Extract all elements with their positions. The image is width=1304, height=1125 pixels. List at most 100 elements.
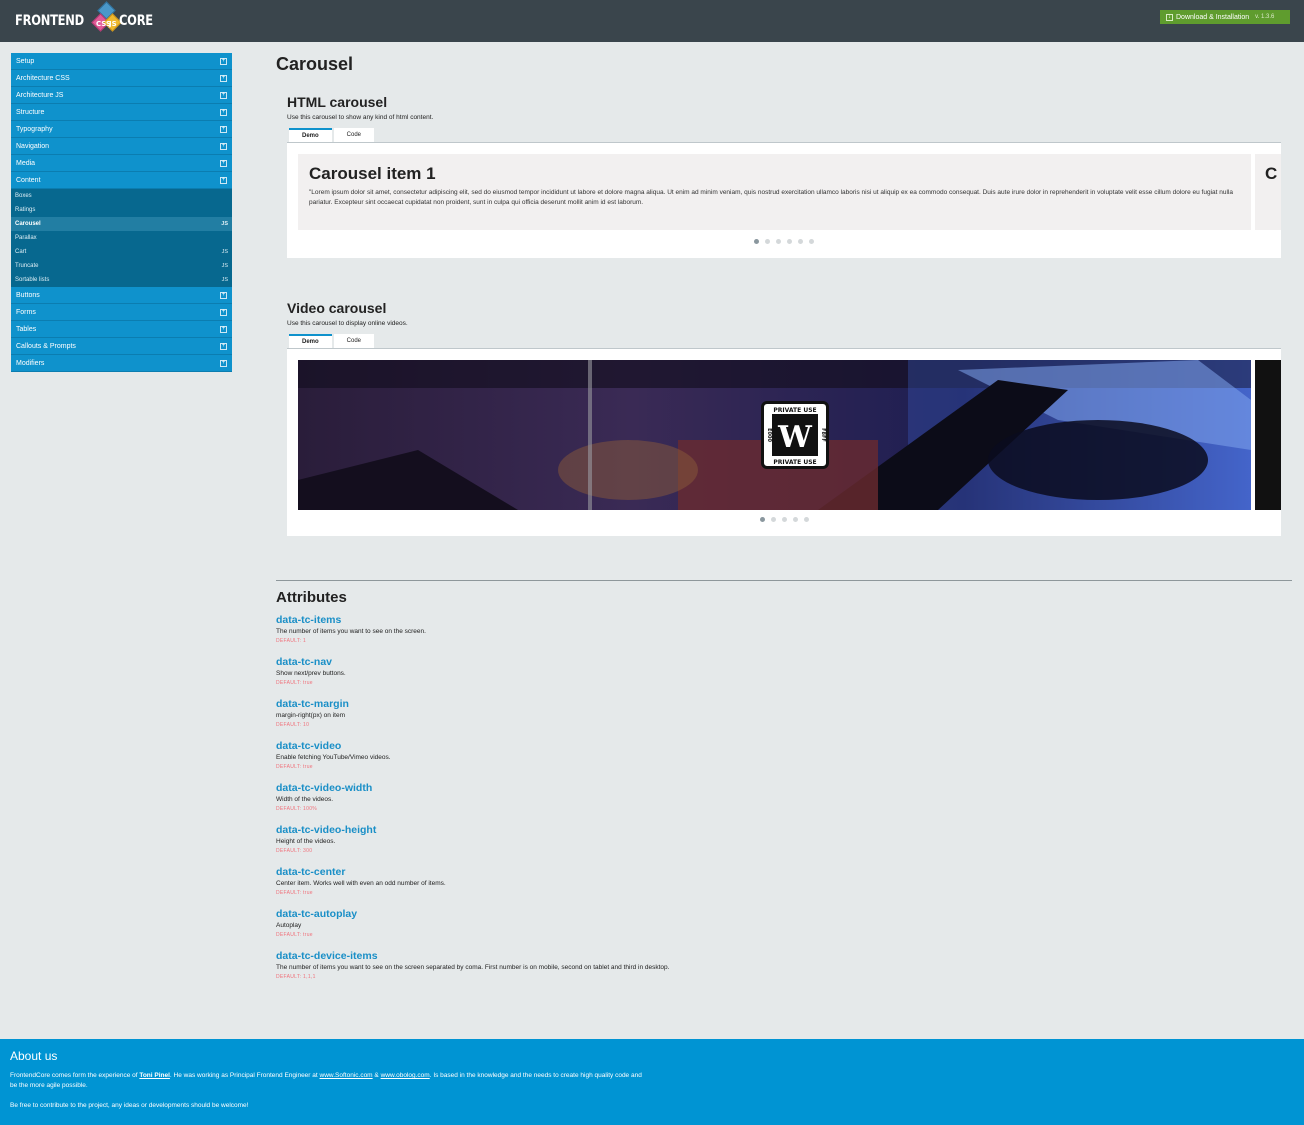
attribute-description: margin-right(px) on item — [276, 712, 345, 719]
carousel-dot[interactable] — [787, 239, 792, 244]
attribute-name: data-tc-video-width — [276, 782, 373, 794]
sidebar-subitem-boxes[interactable]: Boxes — [11, 189, 232, 203]
js-badge: JS — [221, 221, 228, 227]
tab-code[interactable]: Code — [333, 128, 375, 142]
sidebar-item-label: Architecture JS — [16, 91, 64, 99]
carousel-item[interactable]: Carousel item 1 "Lorem ipsum dolor sit a… — [298, 154, 1251, 230]
carousel-dot[interactable] — [754, 239, 759, 244]
attributes-title: Attributes — [276, 589, 347, 606]
footer-text: FrontendCore comes form the experience o… — [10, 1072, 140, 1079]
attribute-description: Height of the videos. — [276, 838, 336, 845]
plus-box-icon: + — [220, 342, 227, 350]
next-carousel-item-peek[interactable]: C — [1255, 154, 1281, 230]
carousel-item-title: Carousel item 1 — [309, 164, 436, 183]
sidebar-item-typography[interactable]: Typography + — [11, 121, 232, 138]
sidebar-subitem-ratings[interactable]: Ratings — [11, 203, 232, 217]
badge-right-label: F8FF — [820, 428, 826, 442]
attribute-description: Autoplay — [276, 922, 302, 929]
sidebar-item-label: Setup — [16, 57, 35, 65]
badge-bottom-label: PRIVATE USE — [773, 459, 816, 466]
sidebar-subitem-carousel[interactable]: Carousel JS — [11, 217, 232, 231]
section-description: Use this carousel to show any kind of ht… — [287, 114, 434, 121]
sidebar-item-architecture-css[interactable]: Architecture CSS + — [11, 70, 232, 87]
download-installation-button[interactable]: ↓ Download & Installation v. 1.3.6 — [1160, 10, 1290, 24]
toni-pinel-link[interactable]: Toni Pinel — [139, 1072, 170, 1079]
carousel-dot[interactable] — [793, 517, 798, 522]
carousel-dot[interactable] — [760, 517, 765, 522]
sidebar-item-media[interactable]: Media + — [11, 155, 232, 172]
html-carousel-section: HTML carousel Use this carousel to show … — [287, 92, 1281, 258]
sidebar-item-buttons[interactable]: Buttons + — [11, 287, 232, 304]
sidebar-item-label: Navigation — [16, 142, 50, 150]
carousel-dot[interactable] — [765, 239, 770, 244]
attribute-description: Enable fetching YouTube/Vimeo videos. — [276, 754, 391, 761]
main-content: Carousel HTML carousel Use this carousel… — [276, 50, 1292, 536]
sidebar-item-callouts-prompts[interactable]: Callouts & Prompts + — [11, 338, 232, 355]
badge-top-label: PRIVATE USE — [773, 407, 816, 414]
carousel-dot[interactable] — [782, 517, 787, 522]
sidebar-subitem-label: Boxes — [15, 193, 32, 199]
sidebar-item-architecture-js[interactable]: Architecture JS + — [11, 87, 232, 104]
attribute-default: DEFAULT: 10 — [276, 722, 310, 728]
carousel-dot[interactable] — [798, 239, 803, 244]
js-badge: JS — [221, 263, 228, 269]
js-badge: JS — [221, 277, 228, 283]
attribute-item: data-tc-device-items The number of items … — [276, 949, 1292, 991]
attribute-default: DEFAULT: true — [276, 890, 313, 896]
carousel-dot[interactable] — [776, 239, 781, 244]
svg-text:W: W — [777, 420, 813, 455]
sidebar-subitem-truncate[interactable]: Truncate JS — [11, 259, 232, 273]
next-video-peek[interactable] — [1255, 360, 1281, 510]
sidebar-item-content[interactable]: Content + — [11, 172, 232, 189]
video-thumbnail[interactable]: PRIVATE USE W PRIVATE USE E000 F8FF — [298, 360, 1251, 510]
attribute-default: DEFAULT: 1 — [276, 638, 307, 644]
attribute-name: data-tc-nav — [276, 656, 333, 668]
section-divider — [276, 580, 1292, 581]
sidebar-item-setup[interactable]: Setup + — [11, 53, 232, 70]
sidebar-item-label: Callouts & Prompts — [16, 342, 76, 350]
sidebar-item-modifiers[interactable]: Modifiers + — [11, 355, 232, 372]
sidebar-subitem-label: Parallax — [15, 235, 37, 241]
sidebar-subitem-sortable-lists[interactable]: Sortable lists JS — [11, 273, 232, 287]
sidebar-item-tables[interactable]: Tables + — [11, 321, 232, 338]
attribute-item: data-tc-video Enable fetching YouTube/Vim… — [276, 739, 1292, 781]
softonic-link[interactable]: www.Softonic.com — [320, 1072, 373, 1079]
attribute-item: data-tc-autoplay Autoplay DEFAULT: true — [276, 907, 1292, 949]
footer-title: About us — [10, 1049, 58, 1063]
sidebar-subitem-parallax[interactable]: Parallax — [11, 231, 232, 245]
sidebar-item-navigation[interactable]: Navigation + — [11, 138, 232, 155]
plus-box-icon: + — [220, 125, 227, 133]
attribute-default: DEFAULT: true — [276, 932, 313, 938]
peek-title: C — [1265, 164, 1278, 183]
js-badge: JS — [221, 249, 228, 255]
section-description: Use this carousel to display online vide… — [287, 320, 408, 327]
logo-word-core: CORE — [119, 13, 153, 29]
video-carousel-section: Video carousel Use this carousel to disp… — [287, 298, 1281, 536]
top-bar: FRONTEND CSS JS CORE ↓ Download & Instal… — [0, 0, 1304, 42]
private-use-glyph-icon: PRIVATE USE W PRIVATE USE E000 F8FF — [761, 401, 829, 469]
sidebar-item-structure[interactable]: Structure + — [11, 104, 232, 121]
carousel-dot[interactable] — [771, 517, 776, 522]
sidebar-subitem-label: Truncate — [15, 263, 39, 269]
sidebar-item-label: Media — [16, 159, 36, 167]
sidebar-subitem-label: Carousel — [15, 221, 41, 227]
attribute-default: DEFAULT: 300 — [276, 848, 313, 854]
plus-box-icon: + — [220, 291, 227, 299]
frontendcore-logo[interactable]: FRONTEND CSS JS CORE — [15, 1, 160, 34]
attribute-description: The number of items you want to see on t… — [276, 964, 670, 971]
carousel-dot[interactable] — [809, 239, 814, 244]
attribute-item: data-tc-video-width Width of the videos. D… — [276, 781, 1292, 823]
attributes-list: data-tc-items The number of items you wan… — [276, 613, 1292, 991]
obolog-link[interactable]: www.obolog.com — [381, 1072, 430, 1079]
tab-demo[interactable]: Demo — [289, 334, 332, 348]
plus-box-icon: + — [220, 142, 227, 150]
sidebar-item-forms[interactable]: Forms + — [11, 304, 232, 321]
sidebar-subitem-cart[interactable]: Cart JS — [11, 245, 232, 259]
carousel-dot[interactable] — [804, 517, 809, 522]
demo-code-tabs: Demo Code — [289, 334, 1281, 348]
tab-demo[interactable]: Demo — [289, 128, 332, 142]
attribute-item: data-tc-items The number of items you wan… — [276, 613, 1292, 655]
attribute-name: data-tc-video-height — [276, 824, 377, 836]
tab-code[interactable]: Code — [333, 334, 375, 348]
carousel-dots — [754, 239, 814, 244]
